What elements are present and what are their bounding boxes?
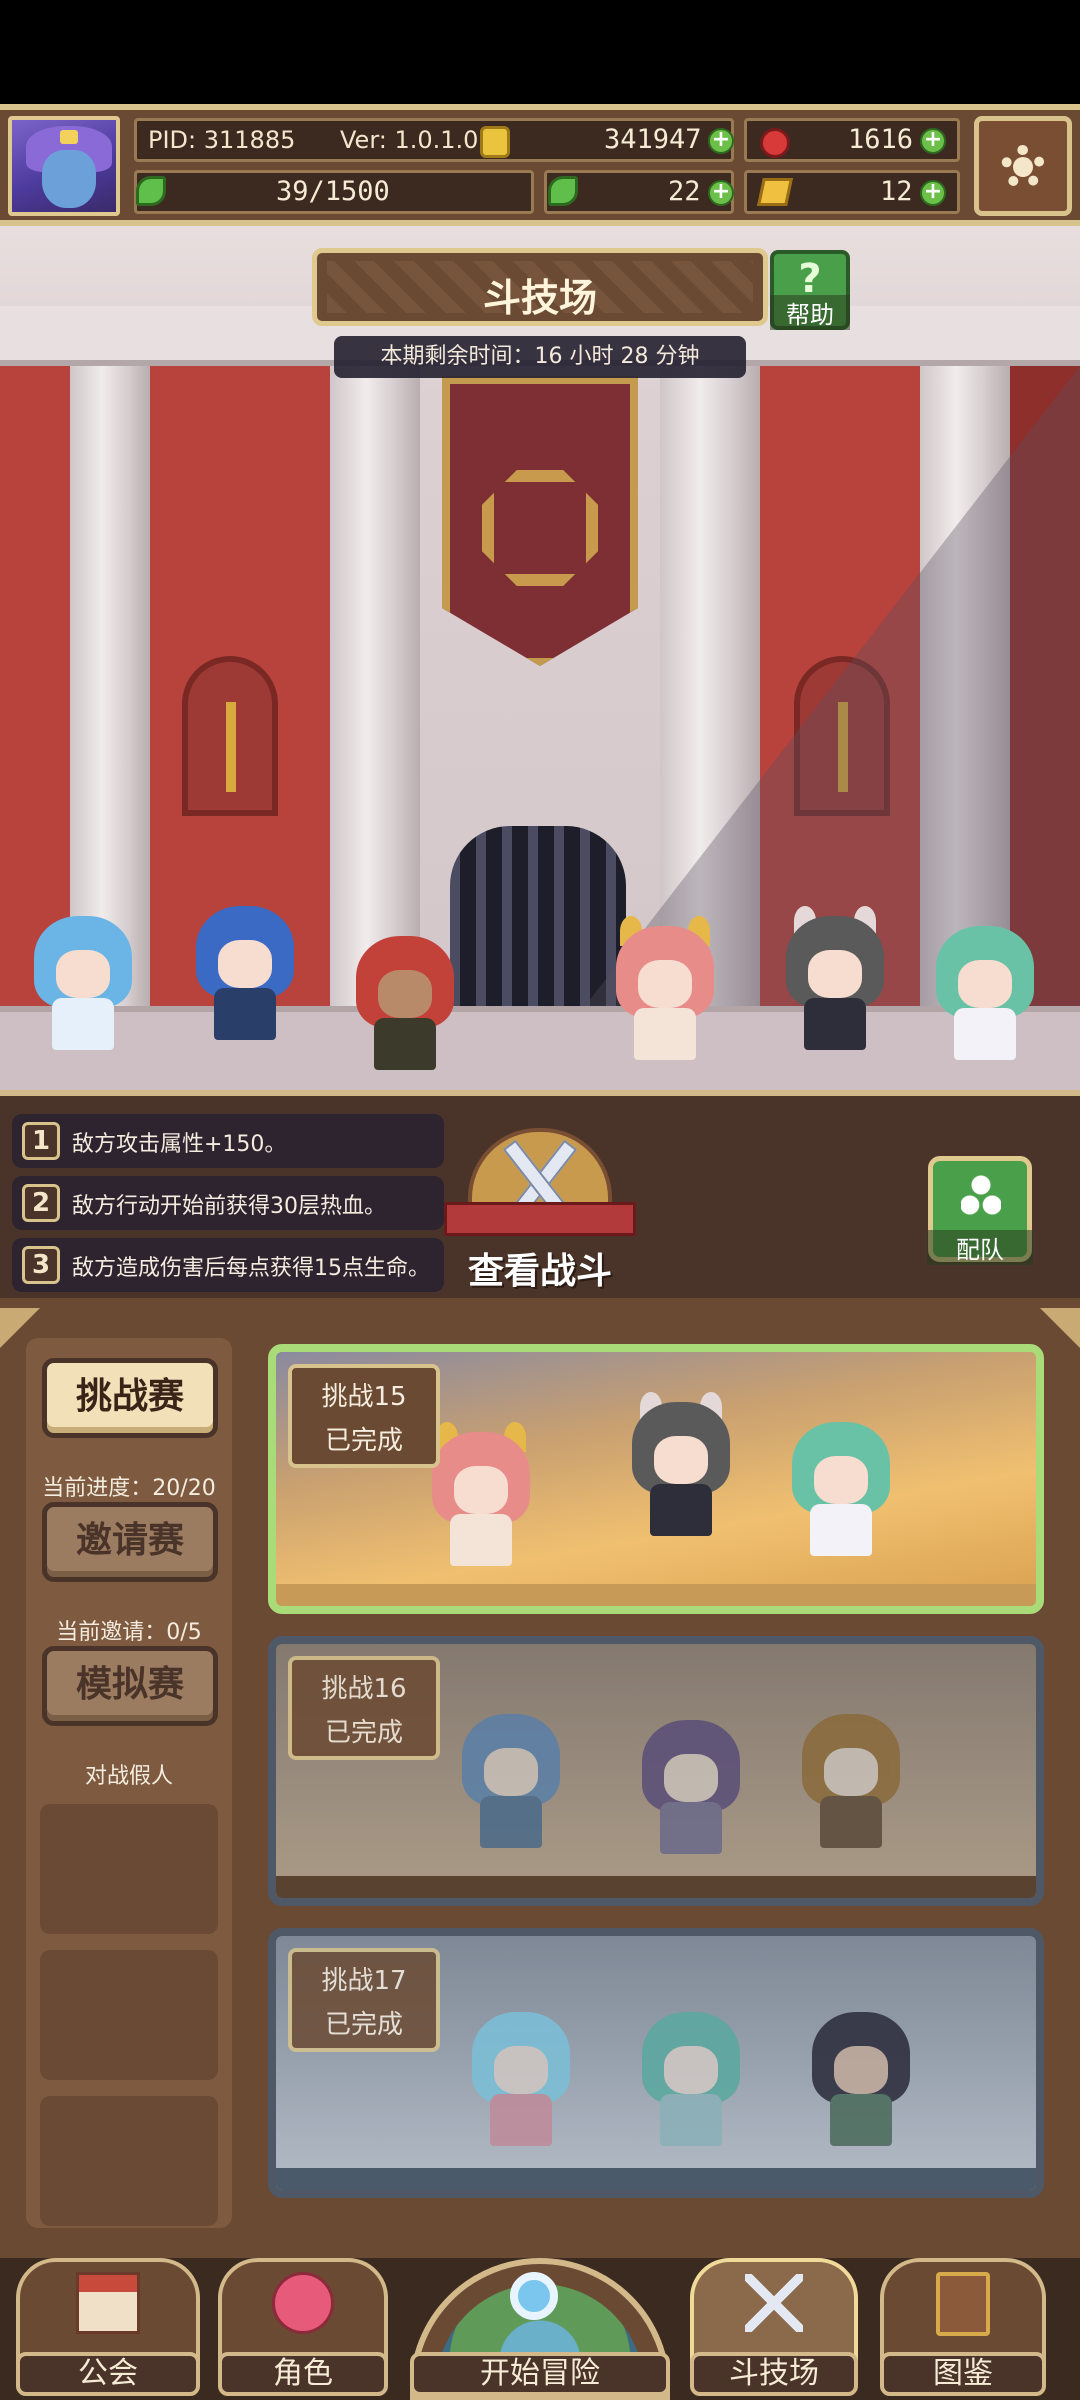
invite-progress: 当前邀请：0/5 (56, 1620, 202, 1645)
add-ticket-button[interactable]: + (920, 180, 946, 206)
nav-codex-label: 图鉴 (880, 2352, 1046, 2396)
challenge-name: 挑战17 (321, 1966, 407, 1996)
page-title-plaque: 斗技场 (312, 248, 768, 326)
hero-sprite (920, 916, 1050, 1066)
enemy-sprite (626, 1710, 756, 1860)
team-icon (961, 1175, 1001, 1215)
challenge-badge: 挑战16 已完成 (288, 1656, 440, 1760)
clover-icon (548, 176, 578, 206)
add-gold-button[interactable]: + (708, 128, 734, 154)
challenge-mode-button[interactable]: 挑战赛 (42, 1358, 218, 1438)
challenge-card[interactable]: 挑战17 已完成 (268, 1928, 1044, 2198)
enemy-sprite (776, 1412, 906, 1562)
bottom-nav: 公会 角色 开始冒险 斗技场 图鉴 (0, 2258, 1080, 2400)
ticket-icon (757, 178, 793, 206)
modifier-text: 敌方行动开始前获得30层热血。 (72, 1194, 386, 1219)
nav-arena-label: 斗技场 (690, 2352, 858, 2396)
page-title: 斗技场 (482, 276, 597, 320)
challenge-card[interactable]: 挑战16 已完成 (268, 1636, 1044, 1906)
challenge-badge: 挑战15 已完成 (288, 1364, 440, 1468)
view-battle-button[interactable]: 查看战斗 (440, 1128, 640, 1298)
enemy-modifiers-panel: 1 敌方攻击属性+150。 2 敌方行动开始前获得30层热血。 3 敌方造成伤害… (0, 1090, 1080, 1308)
empty-mode-slot (40, 1804, 218, 1934)
ticket-amount: 12 (880, 176, 913, 207)
game-version: Ver: 1.0.1.0 (340, 126, 479, 154)
modifier-number: 3 (22, 1246, 60, 1284)
challenge-name: 挑战16 (321, 1674, 407, 1704)
gold-amount: 341947 (604, 124, 702, 155)
enemy-sprite (456, 2002, 586, 2152)
mode-sidebar: 挑战赛 当前进度：20/20 邀请赛 当前邀请：0/5 模拟赛 对战假人 (26, 1338, 232, 2228)
team-setup-button[interactable]: 配队 (927, 1156, 1033, 1265)
status-bar (0, 0, 1080, 104)
arena-banner (442, 376, 638, 666)
modifier-item: 1 敌方攻击属性+150。 (12, 1114, 444, 1168)
add-gems-button[interactable]: + (920, 128, 946, 154)
help-label: 帮助 (770, 295, 850, 330)
hero-sprite (600, 916, 730, 1066)
nav-guild[interactable]: 公会 (16, 2258, 200, 2400)
nav-codex[interactable]: 图鉴 (880, 2258, 1046, 2400)
nav-character-label: 角色 (218, 2352, 388, 2396)
magnifier-icon (510, 2272, 558, 2320)
clover-amount: 22 (668, 176, 701, 207)
add-clover-button[interactable]: + (708, 180, 734, 206)
codex-book-icon (936, 2272, 990, 2336)
team-label: 配队 (927, 1230, 1033, 1265)
ruby-icon (760, 128, 790, 158)
character-icon (272, 2272, 334, 2334)
enemy-sprite (796, 2002, 926, 2152)
player-avatar[interactable] (8, 116, 120, 216)
arena-main-panel: 挑战赛 当前进度：20/20 邀请赛 当前邀请：0/5 模拟赛 对战假人 挑战1… (0, 1308, 1080, 2258)
modifier-item: 3 敌方造成伤害后每点获得15点生命。 (12, 1238, 444, 1292)
challenge-status: 已完成 (324, 2010, 403, 2040)
modifier-number: 2 (22, 1184, 60, 1222)
stamina-value: 39/1500 (276, 176, 390, 207)
enemy-sprite (626, 2002, 756, 2152)
simulation-mode-button[interactable]: 模拟赛 (42, 1646, 218, 1726)
nav-start-adventure[interactable]: 开始冒险 (410, 2258, 670, 2400)
challenge-card[interactable]: 挑战15 已完成 (268, 1344, 1044, 1614)
invite-mode-button[interactable]: 邀请赛 (42, 1502, 218, 1582)
modifier-text: 敌方攻击属性+150。 (72, 1132, 287, 1157)
challenge-status: 已完成 (324, 1426, 403, 1456)
help-button[interactable]: ? 帮助 (770, 250, 850, 330)
modifier-text: 敌方造成伤害后每点获得15点生命。 (72, 1256, 430, 1281)
hero-sprite (340, 926, 470, 1076)
settings-button[interactable] (974, 116, 1072, 216)
empty-mode-slot (40, 1950, 218, 2080)
nav-character[interactable]: 角色 (218, 2258, 388, 2400)
challenge-progress: 当前进度：20/20 (42, 1476, 216, 1501)
coin-icon (480, 126, 510, 158)
crossed-swords-icon (745, 2274, 803, 2332)
simulation-subtitle: 对战假人 (84, 1764, 173, 1789)
player-id: PID: 311885 (148, 126, 296, 154)
challenge-name: 挑战15 (321, 1382, 407, 1412)
enemy-sprite (616, 1392, 746, 1542)
resource-header: PID: 311885 Ver: 1.0.1.0 341947 + 1616 +… (0, 104, 1080, 226)
nav-guild-label: 公会 (16, 2352, 200, 2396)
nav-arena[interactable]: 斗技场 (690, 2258, 858, 2400)
season-timer: 本期剩余时间：16 小时 28 分钟 (334, 336, 746, 378)
enemy-sprite (446, 1704, 576, 1854)
hero-sprite (770, 906, 900, 1056)
modifier-item: 2 敌方行动开始前获得30层热血。 (12, 1176, 444, 1230)
nav-adventure-label: 开始冒险 (410, 2352, 670, 2396)
hero-sprite (180, 896, 310, 1046)
empty-mode-slot (40, 2096, 218, 2226)
view-battle-label: 查看战斗 (467, 1251, 612, 1292)
stamina-icon (136, 176, 166, 206)
challenge-badge: 挑战17 已完成 (288, 1948, 440, 2052)
challenge-status: 已完成 (324, 1718, 403, 1748)
modifier-number: 1 (22, 1122, 60, 1160)
guild-hall-icon (76, 2272, 140, 2334)
hero-sprite (18, 906, 148, 1056)
enemy-sprite (786, 1704, 916, 1854)
gem-amount: 1616 (848, 124, 914, 155)
arena-scene: 斗技场 ? 帮助 本期剩余时间：16 小时 28 分钟 (0, 226, 1080, 1090)
